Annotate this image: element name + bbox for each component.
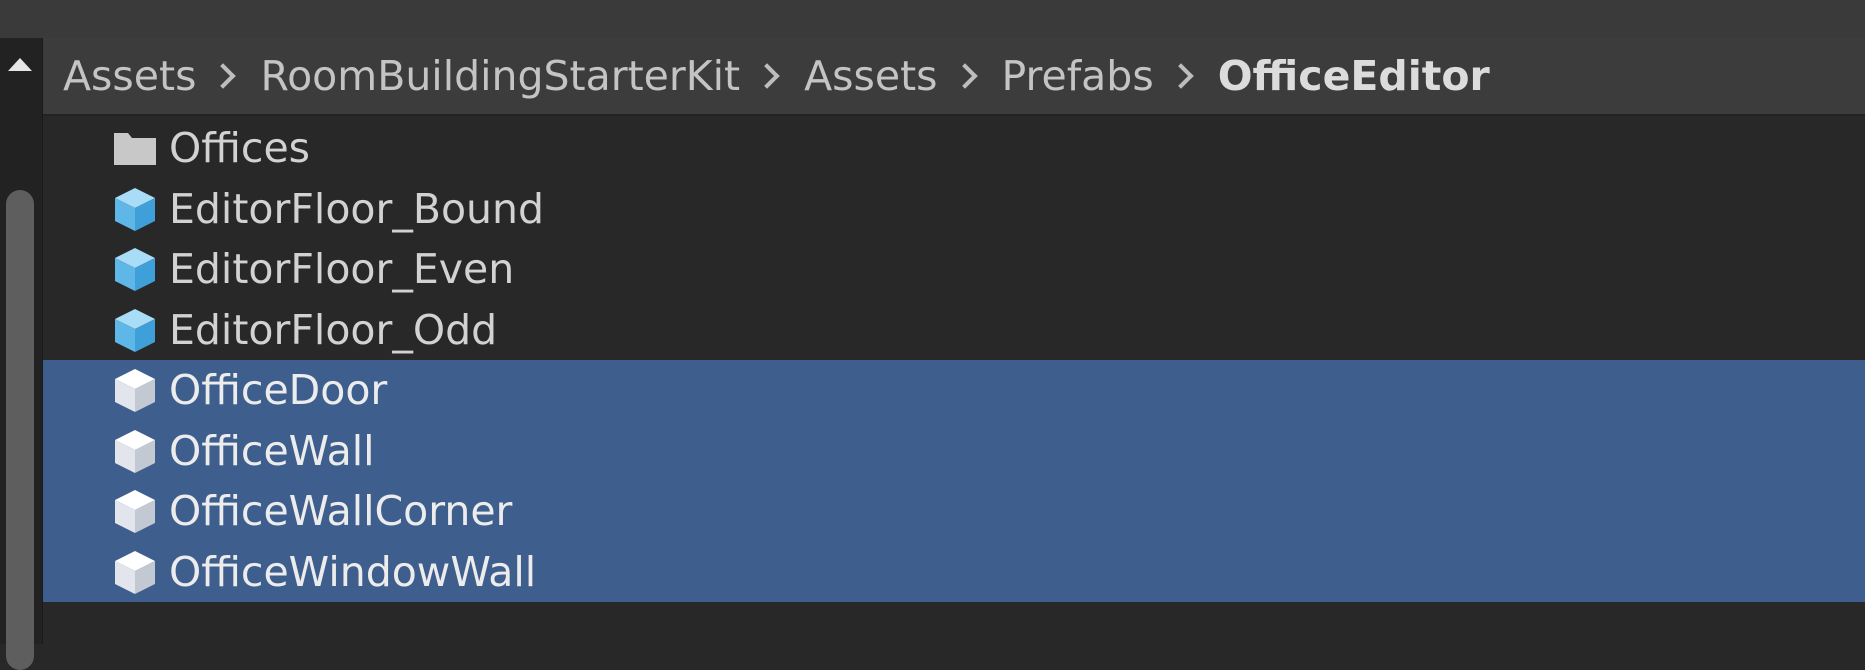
list-item-officewindowwall[interactable]: OfficeWindowWall — [43, 541, 1865, 602]
list-item-label: EditorFloor_Odd — [169, 305, 498, 354]
prefab-cube-icon — [111, 245, 159, 293]
breadcrumb-item-prefabs[interactable]: Prefabs — [1002, 52, 1154, 100]
breadcrumb: Assets RoomBuildingStarterKit Assets Pre… — [43, 38, 1865, 116]
prefab-cube-icon — [111, 306, 159, 354]
prefab-cube-white-icon — [111, 366, 159, 414]
folder-icon — [111, 124, 159, 172]
list-item-editorfloor-bound[interactable]: EditorFloor_Bound — [43, 179, 1865, 240]
prefab-cube-white-icon — [111, 427, 159, 475]
breadcrumb-item-officeeditor[interactable]: OfficeEditor — [1218, 52, 1490, 100]
list-item-label: Offices — [169, 124, 311, 173]
chevron-right-icon — [951, 63, 978, 89]
list-item-offices[interactable]: Offices — [43, 118, 1865, 179]
scroll-up-arrow-icon[interactable] — [8, 58, 32, 71]
prefab-cube-icon — [111, 185, 159, 233]
vertical-scrollbar[interactable] — [0, 38, 43, 670]
list-item-label: EditorFloor_Even — [169, 245, 515, 294]
prefab-cube-white-icon — [111, 548, 159, 596]
list-item-label: OfficeDoor — [169, 366, 388, 415]
list-item-officewall[interactable]: OfficeWall — [43, 420, 1865, 481]
list-item-label: OfficeWindowWall — [169, 547, 537, 596]
list-item-officedoor[interactable]: OfficeDoor — [43, 360, 1865, 421]
chevron-right-icon — [210, 63, 237, 89]
list-item-label: OfficeWallCorner — [169, 487, 513, 536]
top-toolbar — [0, 0, 1865, 38]
chevron-right-icon — [1167, 63, 1194, 89]
scrollbar-thumb[interactable] — [6, 190, 34, 670]
list-item-editorfloor-even[interactable]: EditorFloor_Even — [43, 239, 1865, 300]
breadcrumb-item-roombuildingstarterkit[interactable]: RoomBuildingStarterKit — [260, 52, 740, 100]
breadcrumb-item-assets-sub[interactable]: Assets — [804, 52, 937, 100]
list-item-label: EditorFloor_Bound — [169, 184, 545, 233]
list-item-label: OfficeWall — [169, 426, 375, 475]
chevron-right-icon — [754, 63, 780, 89]
prefab-cube-white-icon — [111, 487, 159, 535]
project-file-list: Offices EditorFloor_Bound EditorFloor_Ev… — [43, 118, 1865, 602]
list-item-officewallcorner[interactable]: OfficeWallCorner — [43, 481, 1865, 542]
breadcrumb-item-assets[interactable]: Assets — [63, 52, 196, 100]
list-item-editorfloor-odd[interactable]: EditorFloor_Odd — [43, 300, 1865, 361]
